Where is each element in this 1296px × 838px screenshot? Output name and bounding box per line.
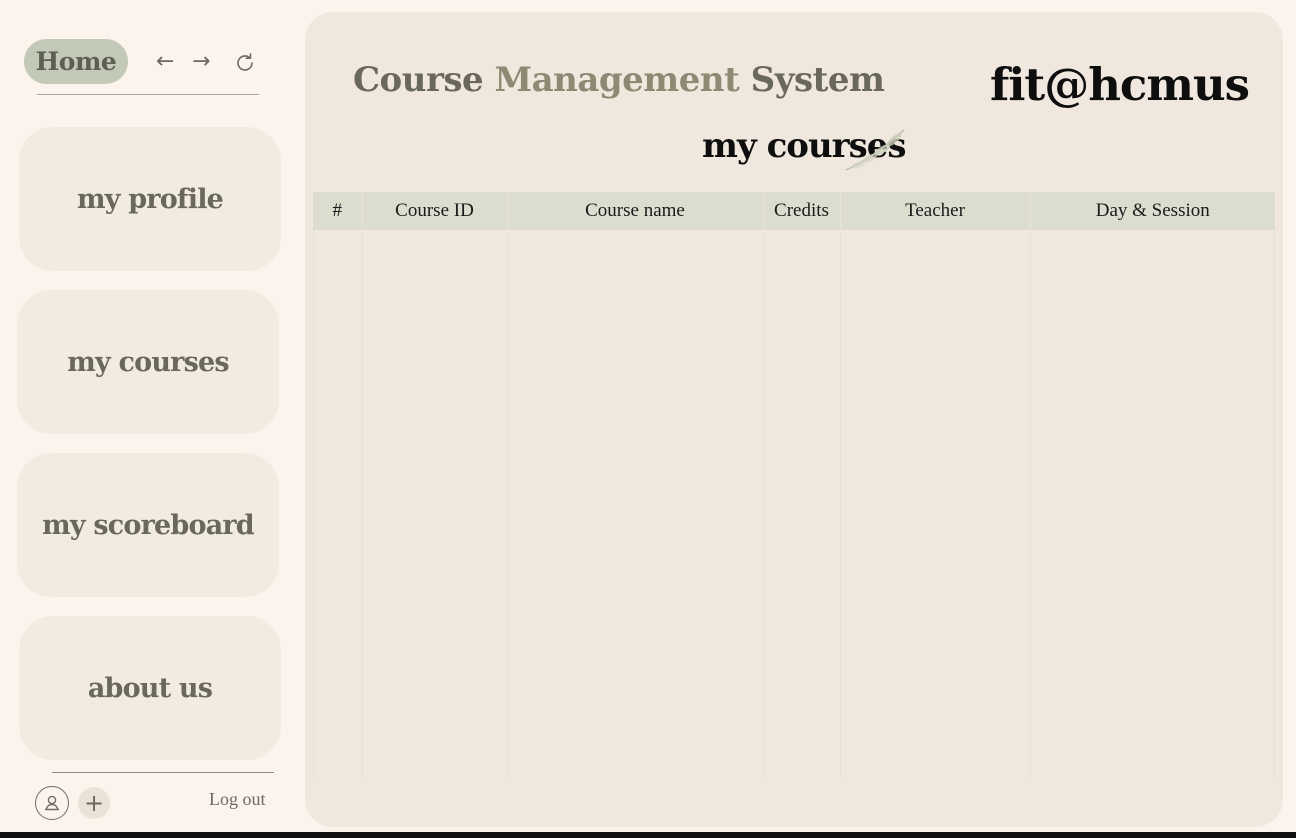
column-divider: [840, 230, 841, 778]
sidebar: Home ← → my profile my courses my scoreb…: [0, 0, 300, 832]
bottom-edge-bar: [0, 832, 1296, 838]
app-title-accent: Management: [494, 60, 740, 100]
home-button[interactable]: Home: [24, 39, 128, 84]
logout-link[interactable]: Log out: [209, 789, 266, 810]
sidebar-item-my-profile[interactable]: my profile: [19, 127, 281, 271]
column-header-teacher[interactable]: Teacher: [840, 192, 1031, 230]
column-divider: [1030, 230, 1031, 778]
column-divider: [362, 230, 363, 778]
column-header-course-id[interactable]: Course ID: [362, 192, 508, 230]
column-header-course-name[interactable]: Course name: [507, 192, 764, 230]
sidebar-item-my-courses[interactable]: my courses: [17, 290, 279, 434]
plus-icon[interactable]: +: [78, 787, 110, 819]
column-header-index[interactable]: #: [313, 192, 363, 230]
table-body: [313, 230, 1275, 778]
app-title-part2: System: [739, 60, 885, 100]
arrow-right-icon[interactable]: →: [192, 50, 210, 74]
courses-table: # Course ID Course name Credits Teacher …: [313, 192, 1275, 782]
sidebar-divider: [37, 94, 259, 95]
sidebar-item-about-us[interactable]: about us: [19, 616, 281, 760]
sidebar-footer-divider: [52, 772, 274, 773]
user-icon[interactable]: [35, 786, 69, 820]
main-panel: Course Management System fit@hcmus my co…: [305, 12, 1283, 827]
arrow-left-icon[interactable]: ←: [156, 50, 174, 74]
brand-logo-text: fit@hcmus: [989, 58, 1250, 111]
column-divider: [313, 230, 314, 778]
column-divider: [763, 230, 764, 778]
leaf-icon: [845, 129, 905, 171]
app-title: Course Management System: [353, 60, 885, 100]
column-divider: [1274, 230, 1275, 778]
sidebar-item-my-scoreboard[interactable]: my scoreboard: [17, 453, 279, 597]
reload-icon[interactable]: [233, 51, 257, 81]
column-divider: [507, 230, 508, 778]
column-header-day-session[interactable]: Day & Session: [1030, 192, 1275, 230]
app-title-part1: Course: [353, 60, 495, 100]
table-header-row: # Course ID Course name Credits Teacher …: [313, 192, 1275, 230]
column-header-credits[interactable]: Credits: [763, 192, 841, 230]
